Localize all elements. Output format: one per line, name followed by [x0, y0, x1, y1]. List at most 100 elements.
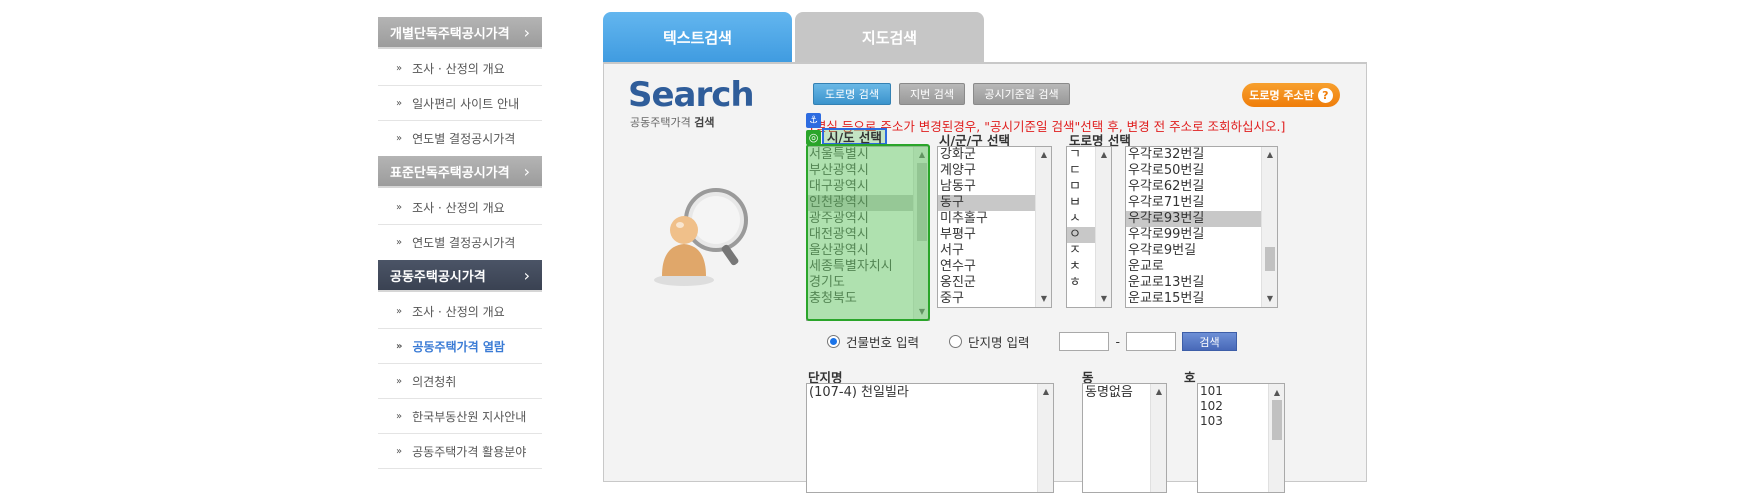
scroll-up-icon[interactable]: ▲: [1262, 147, 1277, 163]
guide-label: 도로명 주소란: [1249, 89, 1314, 102]
sidebar-item[interactable]: » 연도별 결정공시가격: [378, 225, 542, 260]
ho-label: 호: [1184, 370, 1196, 385]
list-option[interactable]: 운교로15번길: [1126, 291, 1277, 307]
list-option[interactable]: 대전광역시: [807, 227, 929, 243]
sidebar-item[interactable]: » 연도별 결정공시가격: [378, 121, 542, 156]
bullet-icon: »: [396, 201, 403, 213]
initial-consonant-listbox[interactable]: ㄱㄷㅁㅂㅅㅇㅈㅊㅎ ▲ ▼: [1066, 146, 1112, 308]
scroll-up-icon[interactable]: ▲: [1038, 384, 1053, 400]
list-option[interactable]: 인천광역시: [807, 195, 929, 211]
ho-listbox[interactable]: 101 102 103 ▲: [1197, 383, 1285, 493]
dong-listbox[interactable]: 동명없음 ▲: [1082, 383, 1167, 493]
sidebar-item[interactable]: » 조사 · 산정의 개요: [378, 51, 542, 86]
scroll-down-icon[interactable]: ▼: [1096, 291, 1111, 307]
sidebar-item-active[interactable]: » 공동주택가격 열람: [378, 329, 542, 364]
complex-name-radio[interactable]: [948, 335, 962, 348]
scroll-down-icon[interactable]: ▼: [914, 304, 929, 320]
bullet-icon: »: [396, 62, 403, 74]
road-search-button[interactable]: 도로명 검색: [813, 83, 891, 105]
building-no-radio[interactable]: [827, 335, 840, 348]
target-icon: ◎: [806, 130, 821, 145]
list-option[interactable]: 광주광역시: [807, 211, 929, 227]
scrollbar[interactable]: ▲ ▼: [1035, 147, 1051, 307]
search-logo: Search 공동주택가격 검색: [628, 75, 755, 130]
sidebar-item-label: 한국부동산원 지사안내: [412, 409, 527, 424]
sidebar-item[interactable]: » 한국부동산원 지사안내: [378, 399, 542, 434]
list-option[interactable]: 운교로: [1126, 259, 1277, 275]
scrollbar[interactable]: ▲ ▼: [1261, 147, 1277, 307]
sidebar-item-label: 연도별 결정공시가격: [412, 236, 516, 250]
scroll-thumb[interactable]: [1272, 400, 1282, 440]
list-option[interactable]: 충청북도: [807, 291, 929, 307]
category-label: 개별단독주택공시가격: [390, 26, 510, 42]
bullet-icon: »: [396, 340, 403, 352]
list-option[interactable]: (107-4) 천일빌라: [807, 384, 1053, 402]
category-label: 공동주택공시가격: [390, 269, 486, 285]
scrollbar[interactable]: ▲ ▼: [1095, 147, 1111, 307]
sidebar-item-label: 조사 · 산정의 개요: [412, 200, 505, 215]
list-option[interactable]: 우각로32번길: [1126, 147, 1277, 163]
scroll-down-icon[interactable]: ▼: [1036, 291, 1051, 307]
scrollbar[interactable]: ▲ ▼: [913, 147, 929, 320]
list-option[interactable]: 부산광역시: [807, 163, 929, 179]
sidebar-item[interactable]: » 조사 · 산정의 개요: [378, 294, 542, 329]
scroll-up-icon[interactable]: ▲: [914, 147, 929, 163]
bullet-icon: »: [396, 305, 403, 317]
scrollbar[interactable]: ▲: [1268, 384, 1284, 492]
tab-text-search[interactable]: 텍스트검색: [603, 12, 792, 63]
list-option[interactable]: 우각로71번길: [1126, 195, 1277, 211]
anchor-icon: ⚓: [806, 113, 821, 128]
road-listbox[interactable]: 우각로32번길 우각로50번길 우각로62번길 우각로71번길 우각로93번길 우각로99…: [1125, 146, 1278, 308]
sidebar: 개별단독주택공시가격 › » 조사 · 산정의 개요 » 일사편리 사이트 안내 »…: [378, 17, 542, 469]
search-button[interactable]: 검색: [1181, 332, 1237, 351]
scroll-thumb[interactable]: [917, 163, 927, 241]
list-option[interactable]: 울산광역시: [807, 243, 929, 259]
list-option[interactable]: 우각로50번길: [1126, 163, 1277, 179]
dash-text: -: [1115, 334, 1120, 349]
list-option[interactable]: 경기도: [807, 275, 929, 291]
scroll-up-icon[interactable]: ▲: [1096, 147, 1111, 163]
sidebar-item[interactable]: » 일사편리 사이트 안내: [378, 86, 542, 121]
scrollbar[interactable]: ▲: [1037, 384, 1053, 492]
scroll-down-icon[interactable]: ▼: [1262, 291, 1277, 307]
scrollbar[interactable]: ▲: [1150, 384, 1166, 492]
list-option[interactable]: 우각로93번길: [1126, 211, 1277, 227]
bullet-icon: »: [396, 375, 403, 387]
sidebar-category-apartment[interactable]: 공동주택공시가격 ›: [378, 260, 542, 290]
search-panel: Search 공동주택가격 검색 도로명 검색 지번 검색 공시기준일 검색 도…: [603, 62, 1367, 493]
list-option[interactable]: 우각로9번길: [1126, 243, 1277, 259]
sidebar-category-individual[interactable]: 개별단독주택공시가격 ›: [378, 17, 542, 47]
sido-listbox[interactable]: 서울특별시 부산광역시 대구광역시 인천광역시 광주광역시 대전광역시 울산광역시 세종특별자…: [806, 146, 930, 321]
list-option[interactable]: 운교로13번길: [1126, 275, 1277, 291]
sidebar-item-label: 공동주택가격 열람: [412, 339, 505, 354]
tab-map-search[interactable]: 지도검색: [795, 12, 984, 63]
scroll-up-icon[interactable]: ▲: [1269, 384, 1284, 400]
list-option[interactable]: 서울특별시: [807, 147, 929, 163]
list-option[interactable]: 세종특별자치시: [807, 259, 929, 275]
building-no-main-input[interactable]: [1059, 332, 1110, 351]
scroll-up-icon[interactable]: ▲: [1036, 147, 1051, 163]
sidebar-item-label: 조사 · 산정의 개요: [412, 304, 505, 319]
sidebar-category-standard[interactable]: 표준단독주택공시가격 ›: [378, 156, 542, 186]
lot-search-button[interactable]: 지번 검색: [899, 83, 965, 105]
notice-date-search-button[interactable]: 공시기준일 검색: [973, 83, 1070, 105]
sidebar-item-label: 조사 · 산정의 개요: [412, 61, 505, 76]
sidebar-item-label: 공동주택가격 활용분야: [412, 444, 527, 459]
sgg-listbox[interactable]: 강화군 계양구 남동구 동구 미추홀구 부평구 서구 연수구 옹진군 중구 ▲ ▼: [937, 146, 1052, 308]
bullet-icon: »: [396, 237, 403, 248]
logo-title: Search: [628, 75, 755, 115]
complex-listbox[interactable]: (107-4) 천일빌라 ▲: [806, 383, 1054, 493]
scroll-thumb[interactable]: [1265, 247, 1275, 271]
chevron-right-icon: ›: [523, 22, 530, 42]
building-no-sub-input[interactable]: [1125, 332, 1176, 351]
list-option[interactable]: 우각로62번길: [1126, 179, 1277, 195]
sidebar-item[interactable]: » 의견청취: [378, 364, 542, 399]
list-option[interactable]: 우각로99번길: [1126, 227, 1277, 243]
chevron-right-icon: ›: [523, 265, 530, 285]
sidebar-item[interactable]: » 조사 · 산정의 개요: [378, 190, 542, 225]
list-option[interactable]: 대구광역시: [807, 179, 929, 195]
sidebar-item[interactable]: » 공동주택가격 활용분야: [378, 434, 542, 469]
sidebar-item-label: 연도별 결정공시가격: [412, 132, 516, 146]
road-address-guide-button[interactable]: 도로명 주소란 ?: [1242, 83, 1340, 107]
scroll-up-icon[interactable]: ▲: [1151, 384, 1166, 400]
